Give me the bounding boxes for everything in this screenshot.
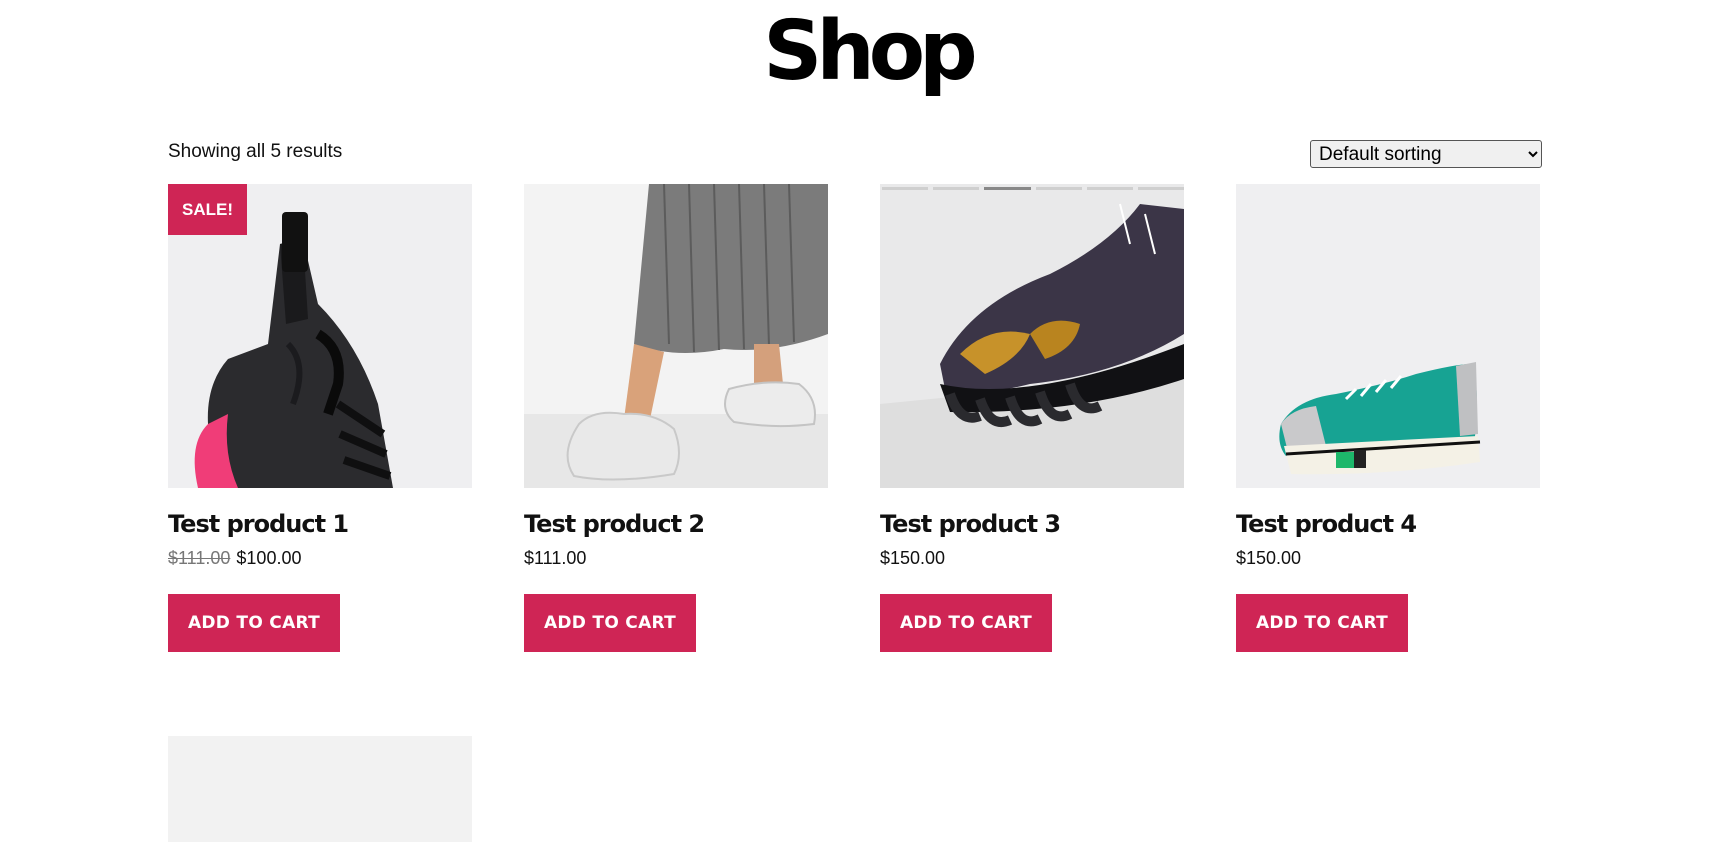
product-title[interactable]: Test product 2 [524, 508, 828, 540]
product-image[interactable] [880, 184, 1184, 488]
add-to-cart-button[interactable]: ADD TO CART [524, 594, 696, 652]
baroque-sneaker-image [880, 184, 1184, 488]
page-title: Shop [763, 4, 977, 99]
gallery-dot[interactable] [1137, 187, 1184, 190]
product-image[interactable] [524, 184, 828, 488]
gallery-indicator [882, 187, 1184, 190]
product-price: $111.00 [524, 548, 587, 568]
gallery-dot[interactable] [1086, 187, 1133, 190]
product-price: $111.00 $100.00 [168, 546, 472, 570]
gallery-dot[interactable] [933, 187, 980, 190]
gallery-dot-active[interactable] [984, 187, 1031, 190]
product-title[interactable]: Test product 4 [1236, 508, 1540, 540]
product-image[interactable] [1236, 184, 1540, 488]
product-price: $150.00 [880, 548, 946, 568]
sort-select[interactable]: Default sorting [1310, 140, 1542, 168]
product-title[interactable]: Test product 3 [880, 508, 1184, 540]
product-price: $150.00 [1236, 548, 1302, 568]
product-card: Test product 3 $150.00 ADD TO CART [880, 184, 1184, 652]
gallery-dot[interactable] [882, 187, 929, 190]
teal-sneaker-image [1236, 184, 1540, 488]
sneakers-image [524, 184, 828, 488]
regular-price: $111.00 [168, 548, 231, 568]
product-card: SALE! Test product 1 $111.00 $100.00 ADD … [168, 184, 472, 652]
sale-price: $100.00 [236, 548, 302, 568]
product-card: Test product 4 $150.00 ADD TO CART [1236, 184, 1540, 652]
product-card: Test product 2 $111.00 ADD TO CART [524, 184, 828, 652]
product-title[interactable]: Test product 1 [168, 508, 472, 540]
product-image[interactable]: SALE! [168, 184, 472, 488]
add-to-cart-button[interactable]: ADD TO CART [1236, 594, 1408, 652]
add-to-cart-button[interactable]: ADD TO CART [880, 594, 1052, 652]
result-count: Showing all 5 results [168, 141, 343, 162]
sale-badge: SALE! [168, 184, 247, 235]
product-image-placeholder[interactable] [168, 736, 472, 842]
add-to-cart-button[interactable]: ADD TO CART [168, 594, 340, 652]
gallery-dot[interactable] [1035, 187, 1082, 190]
